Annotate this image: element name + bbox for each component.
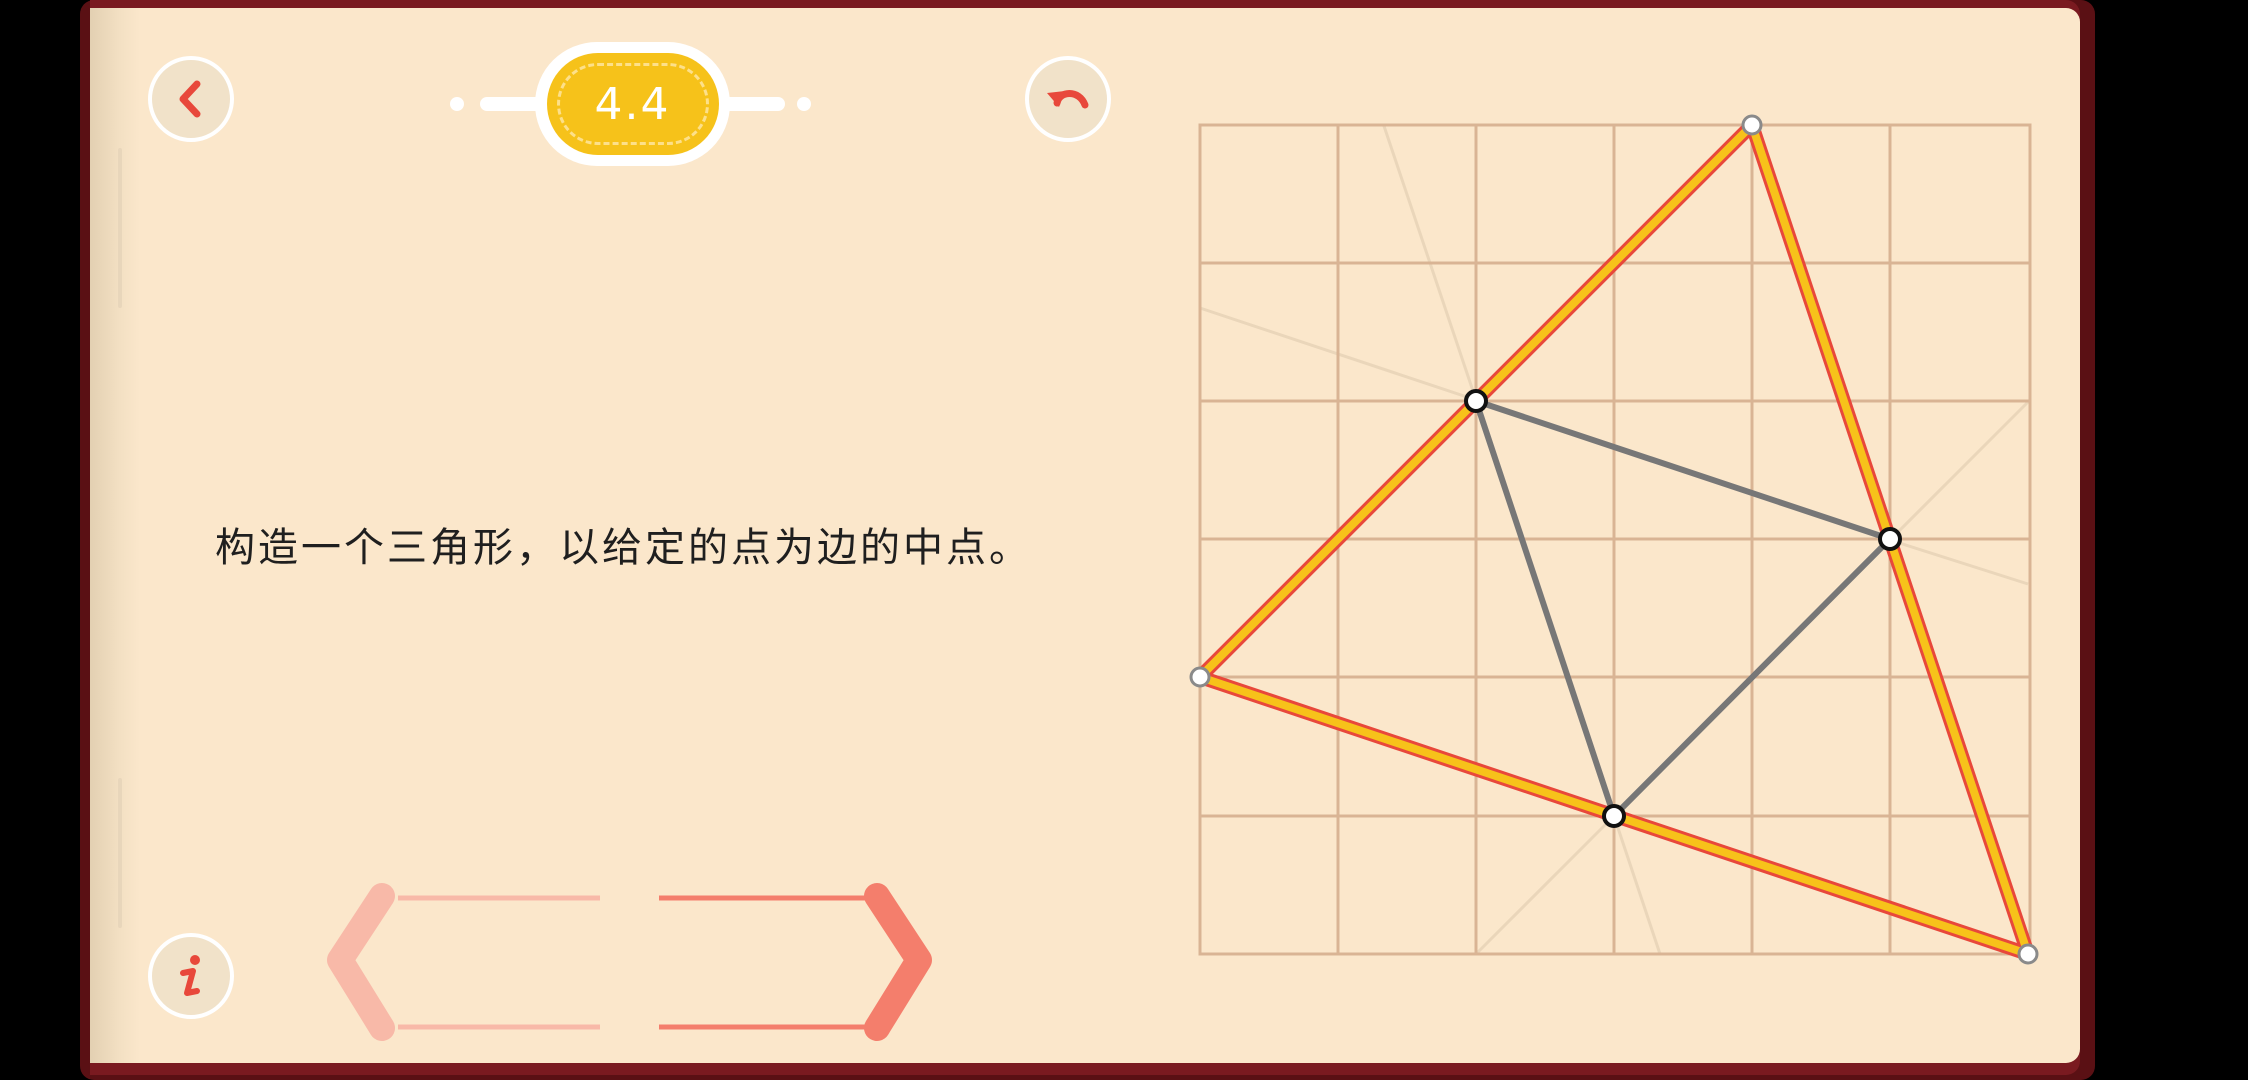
construction-line bbox=[1889, 538, 2029, 586]
medial-edge bbox=[1473, 398, 1617, 819]
vertex-point[interactable] bbox=[2017, 943, 2039, 965]
vertex-point[interactable] bbox=[1189, 666, 1211, 688]
given-midpoints[interactable] bbox=[1464, 389, 1902, 828]
geometry-board[interactable] bbox=[0, 0, 2248, 1080]
grid bbox=[1198, 123, 2032, 956]
midpoint[interactable] bbox=[1602, 804, 1626, 828]
construction-line bbox=[1474, 814, 1616, 956]
medial-edge bbox=[1473, 398, 1893, 542]
construction-line bbox=[1612, 815, 1662, 955]
midpoint[interactable] bbox=[1878, 527, 1902, 551]
vertex-point[interactable] bbox=[1741, 114, 1763, 136]
level-number: 4.4 bbox=[594, 78, 671, 130]
medial-triangle bbox=[1473, 398, 1893, 819]
construction-line bbox=[1888, 400, 2030, 542]
midpoint[interactable] bbox=[1464, 389, 1488, 413]
